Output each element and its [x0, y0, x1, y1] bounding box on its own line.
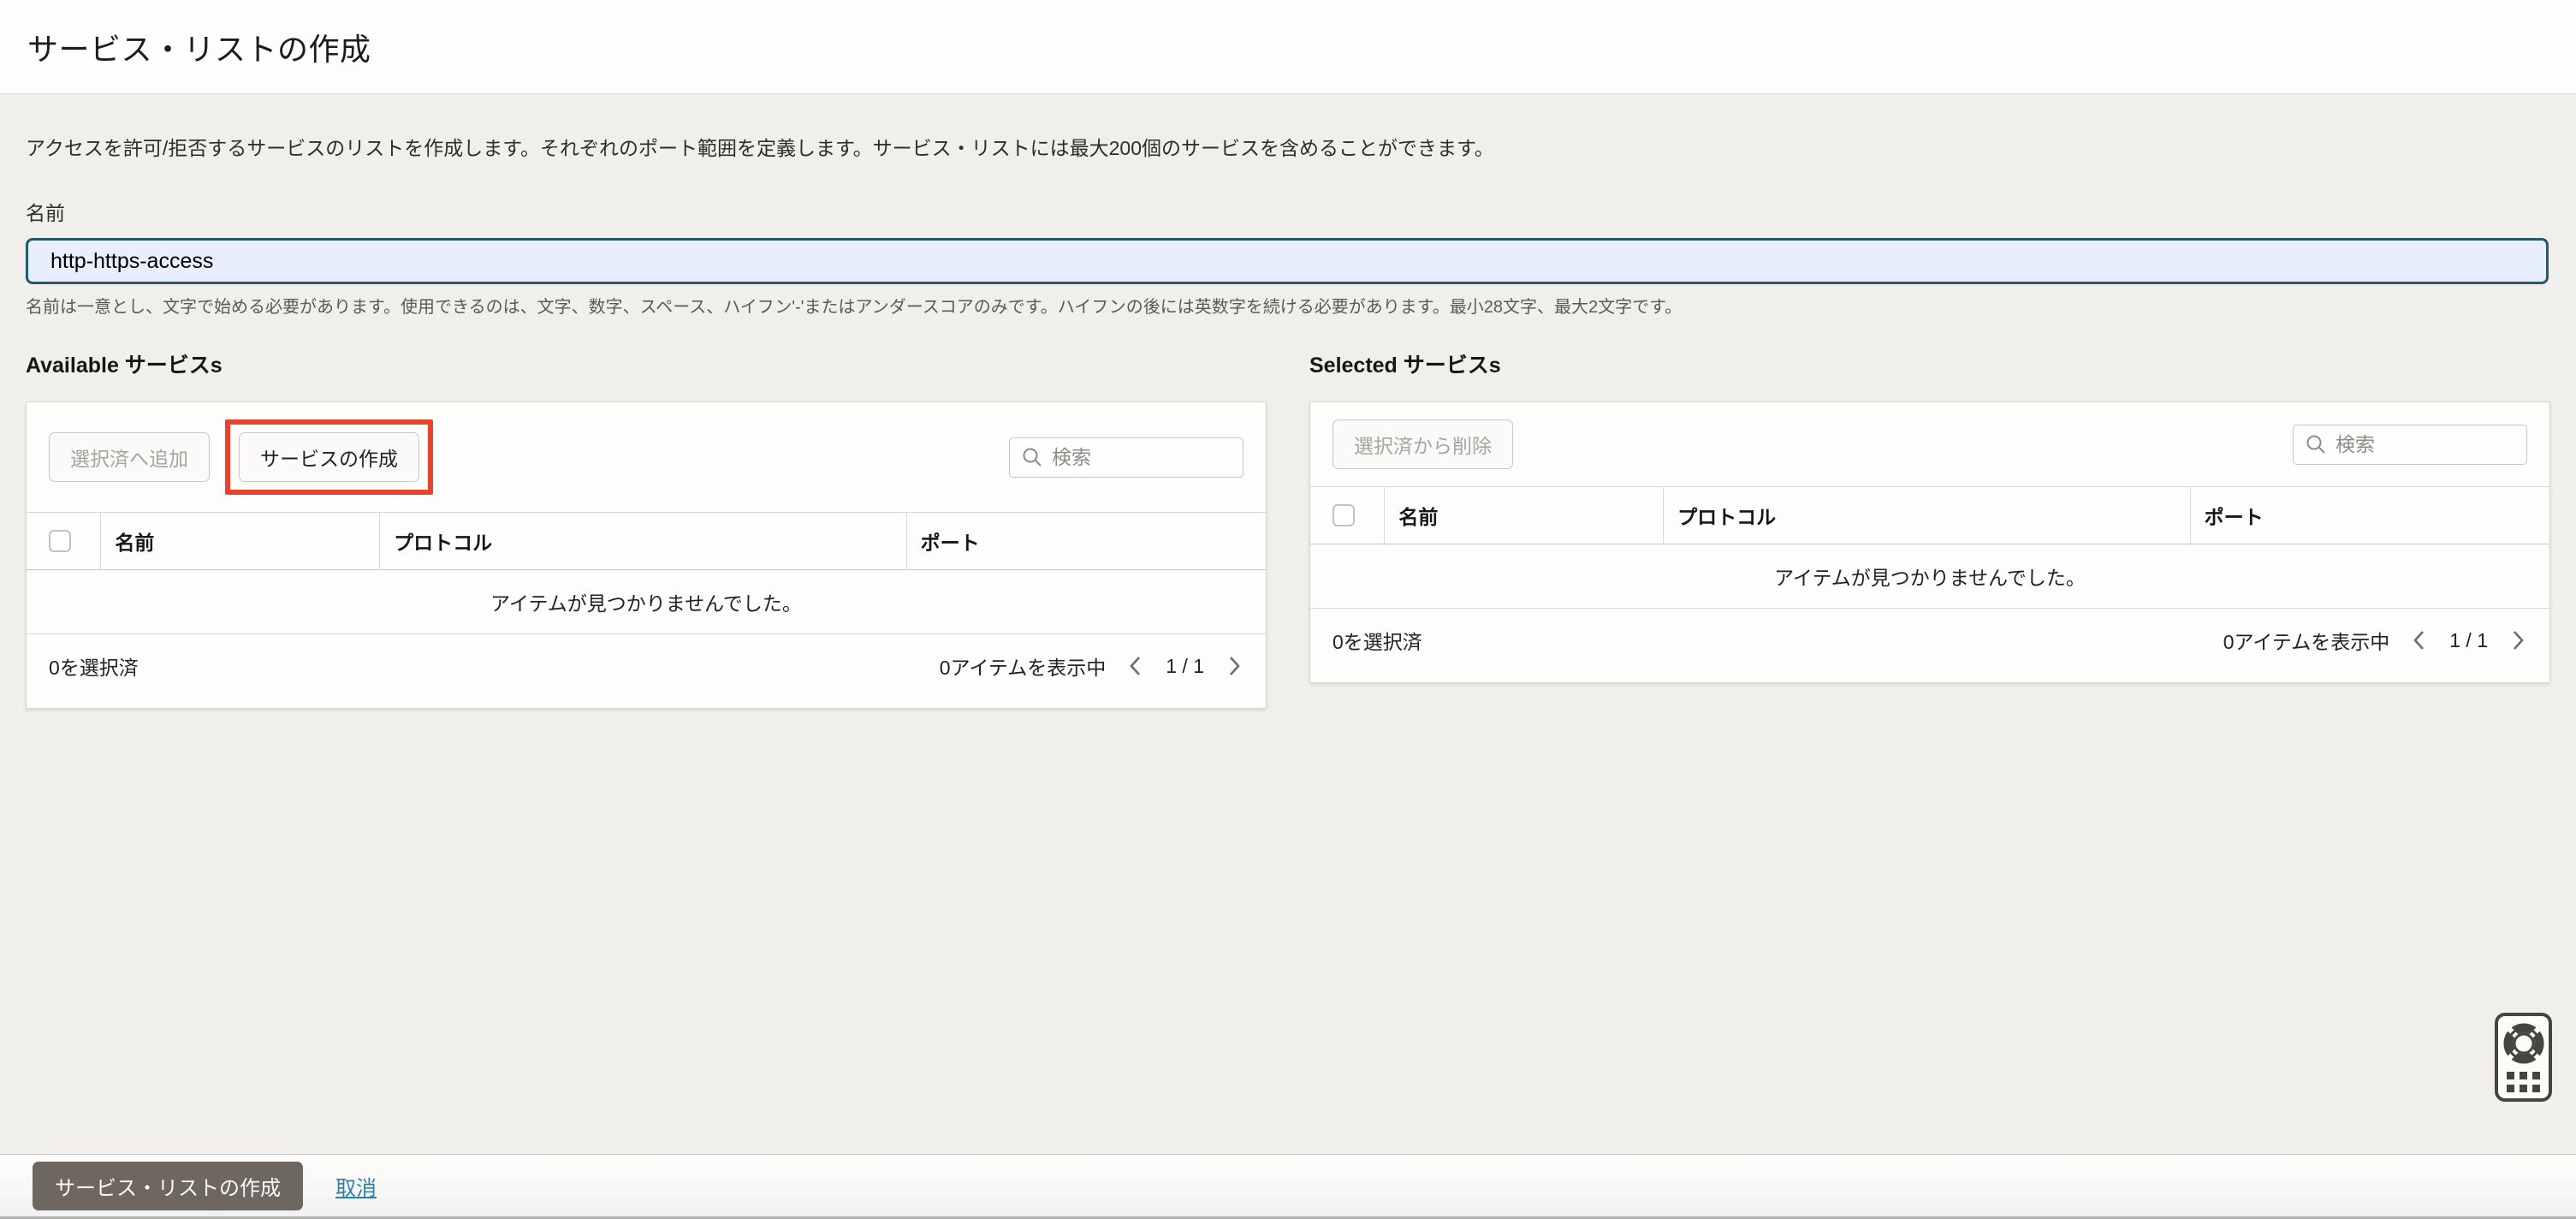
selected-pager: 0アイテムを表示中 1 / 1 — [2223, 626, 2527, 655]
available-empty-message: アイテムが見つかりませんでした。 — [27, 569, 1266, 634]
selected-column-name: 名前 — [1384, 486, 1665, 544]
available-search-input[interactable] — [1052, 445, 1232, 469]
search-icon — [2306, 435, 2325, 454]
selected-column-port: ポート — [2190, 486, 2549, 544]
available-column-protocol: プロトコル — [379, 512, 907, 570]
prev-page-icon[interactable] — [2410, 628, 2429, 652]
name-field-label: 名前 — [26, 202, 65, 224]
selected-column-protocol: プロトコル — [1663, 486, 2191, 544]
available-column-name: 名前 — [100, 512, 381, 570]
prev-page-icon[interactable] — [1126, 654, 1145, 678]
selected-search-box[interactable] — [2293, 424, 2527, 465]
dots-grid-icon — [2507, 1071, 2540, 1092]
available-panel-footer: 0を選択済 0アイテムを表示中 1 / 1 — [27, 634, 1266, 708]
selected-heading: Selected サービスs — [1309, 354, 1501, 378]
page-header: サービス・リストの作成 — [0, 0, 2576, 94]
selected-table: 名前 プロトコル ポート アイテムが見つかりませんでした。 — [1310, 486, 2549, 609]
available-header-checkbox-cell — [27, 512, 102, 570]
remove-from-selected-button[interactable]: 選択済から削除 — [1333, 419, 1513, 469]
selected-empty-message: アイテムが見つかりませんでした。 — [1310, 544, 2549, 609]
create-service-list-button[interactable]: サービス・リストの作成 — [33, 1161, 303, 1210]
dual-list-container: Available サービスs 選択済へ追加 サービスの作成 検索 名前 プロト… — [26, 348, 2550, 709]
available-search-box[interactable] — [1009, 437, 1243, 478]
selected-toolbar: 選択済から削除 — [1310, 402, 2549, 486]
available-toolbar: 選択済へ追加 サービスの作成 — [27, 402, 1266, 512]
page-title: サービス・リストの作成 — [27, 31, 371, 67]
selected-table-header-row: 名前 プロトコル ポート — [1310, 486, 2549, 544]
available-heading: Available サービスs — [26, 354, 223, 378]
search-icon — [1023, 448, 1042, 467]
cancel-link[interactable]: 取消 — [335, 1171, 377, 1201]
available-page-indicator: 1 / 1 — [1166, 654, 1204, 677]
select-all-checkbox[interactable] — [1333, 504, 1355, 526]
selected-column: Selected サービスs 選択済から削除 検索 名前 プロトコル ポート ア… — [1309, 348, 2550, 709]
selected-empty-row: アイテムが見つかりませんでした。 — [1310, 544, 2549, 609]
available-column: Available サービスs 選択済へ追加 サービスの作成 検索 名前 プロト… — [26, 348, 1267, 709]
annotation-highlight-box: サービスの作成 — [225, 419, 433, 495]
select-all-checkbox[interactable] — [49, 530, 71, 552]
selected-page-indicator: 1 / 1 — [2449, 628, 2488, 651]
add-to-selected-button[interactable]: 選択済へ追加 — [49, 432, 210, 482]
main-content: アクセスを許可/拒否するサービスのリストを作成します。それぞれのポート範囲を定義… — [0, 132, 2576, 709]
selected-panel: 選択済から削除 検索 名前 プロトコル ポート アイテムが見つかりませんでした。… — [1309, 401, 2550, 683]
available-empty-row: アイテムが見つかりませんでした。 — [27, 569, 1266, 634]
lifebuoy-help-icon — [2503, 1023, 2543, 1063]
page-description: アクセスを許可/拒否するサービスのリストを作成します。それぞれのポート範囲を定義… — [26, 137, 1494, 159]
available-panel: 選択済へ追加 サービスの作成 検索 名前 プロトコル ポート アイテムが見つかり… — [26, 401, 1267, 709]
available-showing-count: 0アイテムを表示中 — [939, 657, 1107, 679]
help-widget[interactable] — [2495, 1013, 2552, 1102]
available-column-port: ポート — [906, 512, 1266, 570]
available-pager: 0アイテムを表示中 1 / 1 — [940, 651, 1243, 681]
selected-selected-count: 0を選択済 — [1333, 631, 1422, 653]
name-input[interactable] — [26, 238, 2549, 284]
available-table: 名前 プロトコル ポート アイテムが見つかりませんでした。 — [27, 512, 1266, 634]
bottom-action-bar: サービス・リストの作成 取消 — [0, 1154, 2576, 1219]
available-table-header-row: 名前 プロトコル ポート — [27, 512, 1266, 570]
next-page-icon[interactable] — [1225, 654, 1243, 678]
name-help-text: 名前は一意とし、文字で始める必要があります。使用できるのは、文字、数字、スペース… — [26, 298, 1683, 317]
next-page-icon[interactable] — [2508, 628, 2527, 652]
selected-panel-footer: 0を選択済 0アイテムを表示中 1 / 1 — [1310, 609, 2549, 682]
create-service-button[interactable]: サービスの作成 — [239, 432, 419, 482]
selected-header-checkbox-cell — [1310, 486, 1386, 544]
selected-showing-count: 0アイテムを表示中 — [2223, 631, 2390, 653]
available-selected-count: 0を選択済 — [49, 657, 139, 679]
selected-search-input[interactable] — [2336, 432, 2515, 456]
